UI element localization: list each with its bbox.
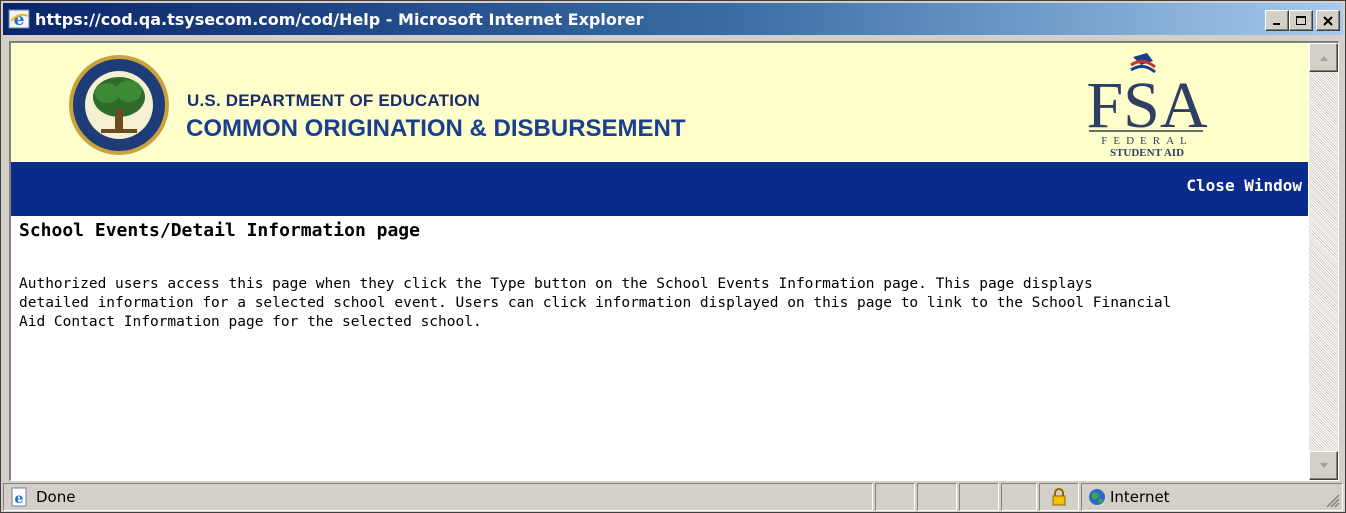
description-line: detailed information for a selected scho… (19, 295, 1172, 311)
security-pane[interactable] (1039, 483, 1079, 511)
page-description: Authorized users access this page when t… (19, 275, 1304, 332)
security-zone-label: Internet (1110, 488, 1170, 506)
navigation-bar: Close Window (11, 162, 1308, 216)
page-title: School Events/Detail Information page (19, 220, 420, 241)
close-icon (1323, 15, 1333, 26)
arrow-up-icon (1319, 55, 1328, 61)
department-of-education-seal (69, 55, 169, 155)
fsa-federal-student-aid-logo: FSA FEDERAL STUDENT AID (1086, 53, 1208, 159)
help-page: U.S. DEPARTMENT OF EDUCATION COMMON ORIG… (11, 43, 1308, 480)
browser-window: e https://cod.qa.tsysecom.com/cod/Help -… (0, 0, 1346, 513)
minimize-icon (1273, 22, 1280, 25)
maximize-button[interactable] (1289, 10, 1313, 31)
internet-explorer-icon: e (8, 9, 30, 30)
title-bar[interactable]: e https://cod.qa.tsysecom.com/cod/Help -… (3, 3, 1343, 35)
close-window-link[interactable]: Close Window (1186, 176, 1302, 195)
status-pane (1001, 483, 1037, 511)
page-done-icon: e (11, 487, 27, 507)
globe-icon (1089, 489, 1105, 505)
vertical-scrollbar[interactable] (1309, 43, 1338, 480)
status-pane (959, 483, 999, 511)
program-name: COMMON ORIGINATION & DISBURSEMENT (186, 115, 686, 142)
status-text-pane: e Done (3, 483, 873, 511)
page-header: U.S. DEPARTMENT OF EDUCATION COMMON ORIG… (11, 43, 1308, 162)
lock-icon (1052, 488, 1066, 506)
fsa-logo-federal: FEDERAL (1101, 135, 1193, 147)
arrow-down-icon (1319, 462, 1328, 468)
status-bar: e Done Internet (3, 483, 1343, 511)
department-name: U.S. DEPARTMENT OF EDUCATION (187, 91, 481, 110)
resize-grip-icon[interactable] (1324, 492, 1340, 508)
status-pane (875, 483, 915, 511)
svg-text:e: e (14, 10, 25, 30)
browser-viewport: U.S. DEPARTMENT OF EDUCATION COMMON ORIG… (9, 41, 1339, 481)
status-pane (917, 483, 957, 511)
fsa-logo-student-aid: STUDENT AID (1110, 147, 1184, 159)
svg-text:e: e (15, 491, 24, 507)
window-title: https://cod.qa.tsysecom.com/cod/Help - M… (35, 9, 644, 29)
window-controls (1265, 10, 1340, 31)
status-text: Done (36, 488, 76, 506)
description-line: Authorized users access this page when t… (19, 276, 1093, 292)
maximize-icon (1296, 15, 1306, 25)
security-zone-pane[interactable]: Internet (1081, 483, 1343, 511)
scroll-up-button[interactable] (1309, 43, 1338, 72)
minimize-button[interactable] (1265, 10, 1289, 31)
description-line: Aid Contact Information page for the sel… (19, 314, 482, 330)
close-button[interactable] (1316, 10, 1340, 31)
scroll-down-button[interactable] (1309, 451, 1338, 480)
